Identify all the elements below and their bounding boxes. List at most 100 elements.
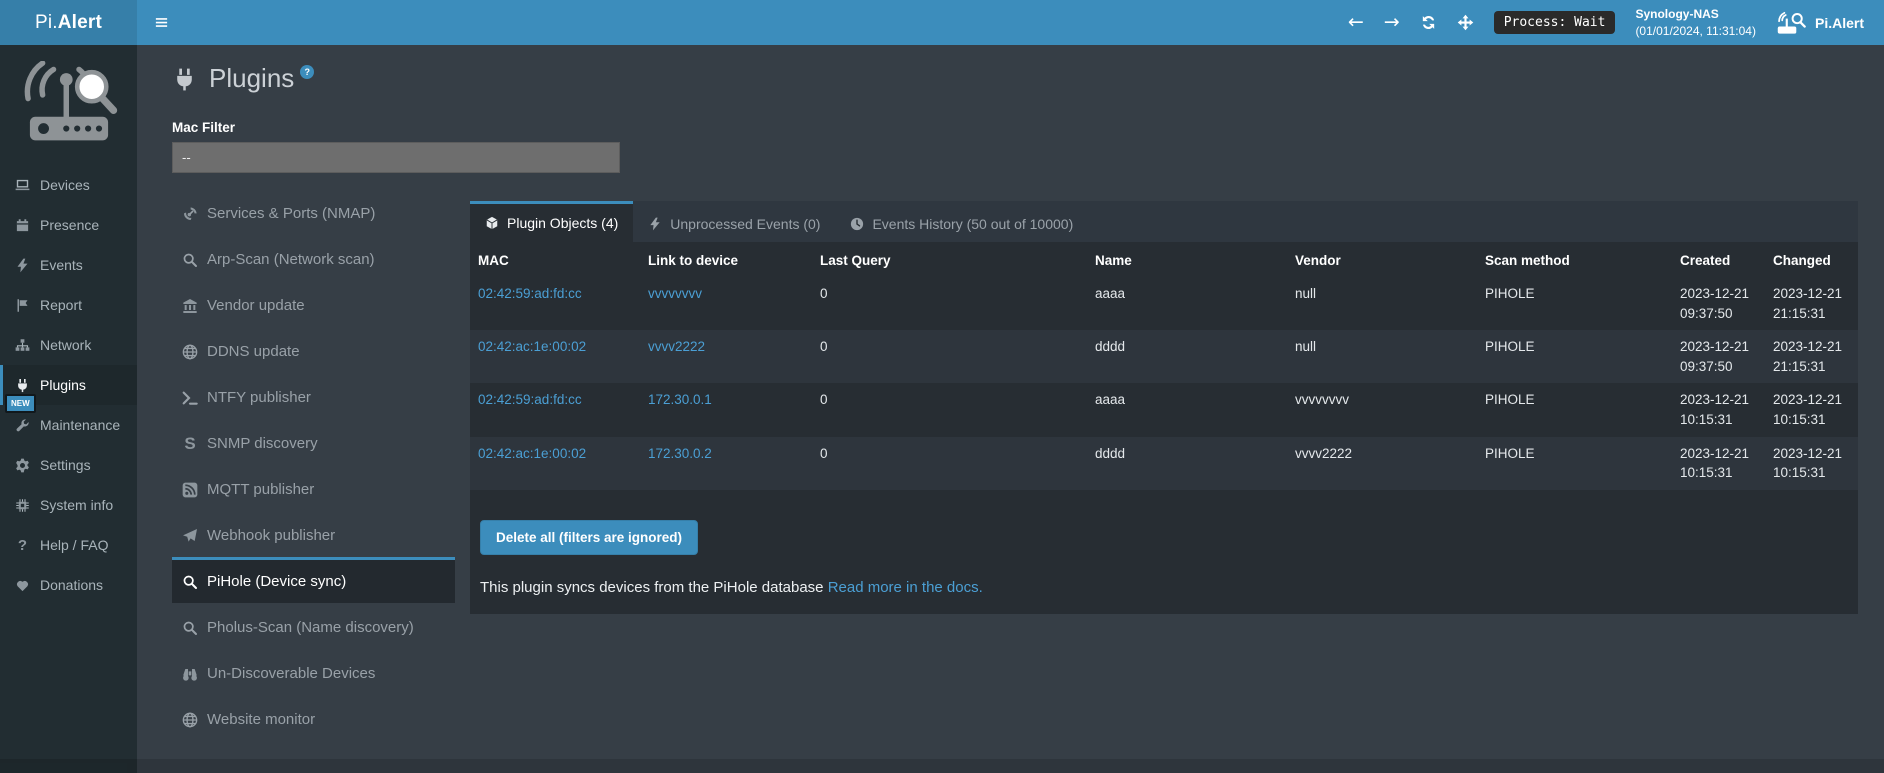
cell-changed: 2023-12-21 21:15:31 [1765, 277, 1858, 330]
plugin-nav-ddns-update[interactable]: DDNS update [172, 327, 455, 373]
sidebar-item-donations[interactable]: Donations [0, 565, 137, 605]
mac-link[interactable]: 02:42:ac:1e:00:02 [478, 339, 586, 354]
chip-icon [15, 498, 30, 513]
mac-link[interactable]: 02:42:59:ad:fd:cc [478, 392, 582, 407]
plugin-nav-arp-scan[interactable]: Arp-Scan (Network scan) [172, 235, 455, 281]
question-icon: ? [15, 537, 30, 554]
tab-plugin-objects[interactable]: Plugin Objects (4) [470, 201, 633, 242]
cell-scan-method: PIHOLE [1477, 330, 1672, 383]
cell-vendor: null [1287, 330, 1477, 383]
bolt-icon [15, 258, 30, 273]
plugin-nav-label: Pholus-Scan (Name discovery) [207, 619, 414, 636]
device-link[interactable]: 172.30.0.2 [648, 446, 712, 461]
plugin-nav-label: Arp-Scan (Network scan) [207, 251, 375, 268]
gear-icon [15, 458, 30, 473]
cell-created: 2023-12-21 09:37:50 [1672, 330, 1765, 383]
plugin-nav-ntfy-publisher[interactable]: NTFY publisher [172, 373, 455, 419]
device-link[interactable]: 172.30.0.1 [648, 392, 712, 407]
arrows-move-icon [1457, 14, 1474, 31]
mac-filter-label: Mac Filter [172, 120, 1858, 135]
nav-back-button[interactable]: ← [1348, 13, 1364, 32]
sidebar-item-settings[interactable]: Settings [0, 445, 137, 485]
sidebar-item-help-faq[interactable]: ? Help / FAQ [0, 525, 137, 565]
sidebar: Devices Presence Events Report Network P… [0, 45, 137, 773]
sidebar-item-devices[interactable]: Devices [0, 165, 137, 205]
plugin-nav-website-monitor[interactable]: Website monitor [172, 695, 455, 741]
fullscreen-move-button[interactable] [1457, 14, 1474, 31]
delete-all-button[interactable]: Delete all (filters are ignored) [480, 520, 698, 555]
device-link[interactable]: vvvv2222 [648, 339, 705, 354]
mac-filter-input[interactable] [172, 142, 620, 173]
app-logo[interactable]: Pi.Alert [0, 0, 137, 45]
sidebar-item-label: Network [40, 337, 91, 353]
cell-created: 2023-12-21 10:15:31 [1672, 437, 1765, 490]
plugin-description-text: This plugin syncs devices from the PiHol… [480, 579, 824, 596]
search-icon [182, 574, 198, 590]
plugin-nav-services-ports[interactable]: Services & Ports (NMAP) [172, 189, 455, 235]
device-link[interactable]: vvvvvvvv [648, 286, 702, 301]
plugin-description: This plugin syncs devices from the PiHol… [480, 579, 1858, 596]
sidebar-item-system-info[interactable]: System info [0, 485, 137, 525]
flag-icon [15, 298, 30, 313]
sidebar-item-events[interactable]: Events [0, 245, 137, 285]
plugin-nav-undiscoverable-devices[interactable]: Un-Discoverable Devices [172, 649, 455, 695]
sidebar-item-report[interactable]: Report [0, 285, 137, 325]
sidebar-item-maintenance[interactable]: NEW Maintenance [0, 405, 137, 445]
table-row: 02:42:ac:1e:00:02 vvvv2222 0 dddd null P… [470, 330, 1858, 383]
header-app-brand[interactable]: Pi.Alert [1776, 11, 1864, 35]
tabs: Plugin Objects (4) Unprocessed Events (0… [470, 201, 1858, 242]
plugin-nav-pihole-device-sync[interactable]: PiHole (Device sync) [172, 557, 455, 603]
header-actions: ← → Process: Wait Synology-NAS (01/01/20… [1348, 0, 1884, 45]
plugin-nav-snmp-discovery[interactable]: SSNMP discovery [172, 419, 455, 465]
plugin-nav-mqtt-publisher[interactable]: MQTT publisher [172, 465, 455, 511]
plugin-nav-pholus-scan[interactable]: Pholus-Scan (Name discovery) [172, 603, 455, 649]
column-header-changed: Changed [1765, 242, 1858, 277]
sidebar-item-label: Report [40, 297, 82, 313]
satellite-dish-icon [182, 206, 198, 222]
refresh-button[interactable] [1420, 14, 1437, 31]
hamburger-icon [154, 15, 169, 30]
docs-link[interactable]: Read more in the docs. [828, 579, 983, 596]
plugin-nav-label: Vendor update [207, 297, 305, 314]
tab-label: Unprocessed Events (0) [670, 216, 820, 232]
cell-scan-method: PIHOLE [1477, 277, 1672, 330]
host-name: Synology-NAS [1635, 7, 1718, 21]
sidebar-item-label: Donations [40, 577, 103, 593]
sidebar-item-label: Help / FAQ [40, 537, 108, 553]
cell-last-query: 0 [812, 330, 1087, 383]
sidebar-item-label: Maintenance [40, 417, 120, 433]
cell-name: aaaa [1087, 277, 1287, 330]
wrench-icon [15, 418, 30, 433]
plugin-objects-table: MAC Link to device Last Query Name Vendo… [470, 242, 1858, 490]
mac-link[interactable]: 02:42:ac:1e:00:02 [478, 446, 586, 461]
column-header-last-query: Last Query [812, 242, 1087, 277]
search-icon [182, 620, 198, 636]
help-badge[interactable]: ? [300, 65, 314, 79]
main-content: Plugins ? Mac Filter Services & Ports (N… [137, 45, 1884, 741]
tab-events-history[interactable]: Events History (50 out of 10000) [835, 201, 1088, 242]
heart-icon [15, 578, 30, 593]
plugin-nav-label: Un-Discoverable Devices [207, 665, 375, 682]
table-row: 02:42:ac:1e:00:02 172.30.0.2 0 dddd vvvv… [470, 437, 1858, 490]
cell-created: 2023-12-21 09:37:50 [1672, 277, 1765, 330]
sidebar-item-network[interactable]: Network [0, 325, 137, 365]
plugin-nav-vendor-update[interactable]: Vendor update [172, 281, 455, 327]
refresh-icon [1420, 14, 1437, 31]
plugin-nav-label: PiHole (Device sync) [207, 573, 346, 590]
host-timestamp: (01/01/2024, 11:31:04) [1635, 24, 1756, 38]
tab-unprocessed-events[interactable]: Unprocessed Events (0) [633, 201, 835, 242]
plugins-nav: Services & Ports (NMAP) Arp-Scan (Networ… [172, 189, 455, 741]
cell-vendor: vvvvvvvv [1287, 383, 1477, 436]
mac-link[interactable]: 02:42:59:ad:fd:cc [478, 286, 582, 301]
s-letter-icon: S [182, 435, 198, 452]
plugin-nav-webhook-publisher[interactable]: Webhook publisher [172, 511, 455, 557]
column-header-vendor: Vendor [1287, 242, 1477, 277]
brand-suffix: Alert [58, 12, 102, 34]
clock-icon [850, 217, 864, 231]
sidebar-item-presence[interactable]: Presence [0, 205, 137, 245]
plugin-nav-label: DDNS update [207, 343, 300, 360]
sidebar-toggle-button[interactable] [137, 0, 185, 45]
table-header-row: MAC Link to device Last Query Name Vendo… [470, 242, 1858, 277]
cell-name: dddd [1087, 330, 1287, 383]
nav-forward-button[interactable]: → [1384, 13, 1400, 32]
